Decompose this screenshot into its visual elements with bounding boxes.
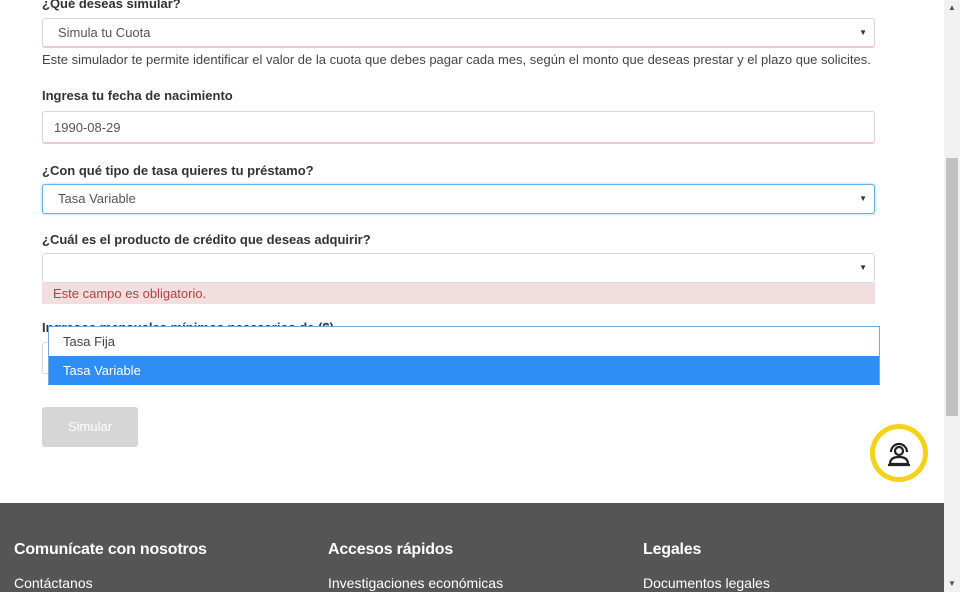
credit-product-error: Este campo es obligatorio. (42, 283, 875, 304)
chevron-down-icon: ▼ (859, 263, 867, 272)
footer-legal-documents-link[interactable]: Documentos legales (643, 575, 770, 591)
chat-support-button[interactable] (870, 424, 928, 482)
vertical-scrollbar[interactable]: ▲ ▼ (944, 0, 960, 592)
simulate-type-value: Simula tu Cuota (58, 25, 151, 40)
credit-product-label: ¿Cuál es el producto de crédito que dese… (42, 232, 371, 247)
footer-legal-title: Legales (643, 541, 702, 558)
simulate-type-select[interactable]: Simula tu Cuota ▼ (42, 18, 875, 48)
simulate-button[interactable]: Simular (42, 407, 138, 447)
footer-contact-link[interactable]: Contáctanos (14, 575, 93, 591)
chat-support-icon (875, 429, 923, 477)
rate-type-value: Tasa Variable (58, 191, 136, 206)
rate-type-label: ¿Con qué tipo de tasa quieres tu préstam… (42, 163, 314, 178)
scroll-up-icon[interactable]: ▲ (944, 0, 960, 16)
birth-date-value: 1990-08-29 (54, 120, 121, 135)
dropdown-option[interactable]: Tasa Fija (49, 327, 879, 356)
scroll-down-icon[interactable]: ▼ (944, 576, 960, 592)
footer-quick-access-title: Accesos rápidos (328, 541, 454, 558)
footer-contact-title: Comunícate con nosotros (14, 541, 207, 558)
simulate-type-label: ¿Qué deseas simular? (42, 0, 181, 11)
dropdown-option-selected[interactable]: Tasa Variable (49, 356, 879, 385)
footer: Comunícate con nosotros Contáctanos Acce… (0, 503, 944, 592)
simulator-help-text: Este simulador te permite identificar el… (42, 52, 871, 67)
rate-type-select[interactable]: Tasa Variable ▼ (42, 184, 875, 214)
chevron-down-icon: ▼ (859, 28, 867, 37)
page: ¿Qué deseas simular? Simula tu Cuota ▼ E… (0, 0, 944, 592)
birth-date-label: Ingresa tu fecha de nacimiento (42, 88, 233, 103)
credit-product-select[interactable]: ▼ (42, 253, 875, 283)
footer-economic-research-link[interactable]: Investigaciones económicas (328, 575, 503, 591)
chevron-down-icon: ▼ (859, 194, 867, 203)
birth-date-input[interactable]: 1990-08-29 (42, 111, 875, 144)
scrollbar-thumb[interactable] (946, 158, 958, 416)
rate-type-dropdown-list: Tasa Fija Tasa Variable (48, 326, 880, 385)
